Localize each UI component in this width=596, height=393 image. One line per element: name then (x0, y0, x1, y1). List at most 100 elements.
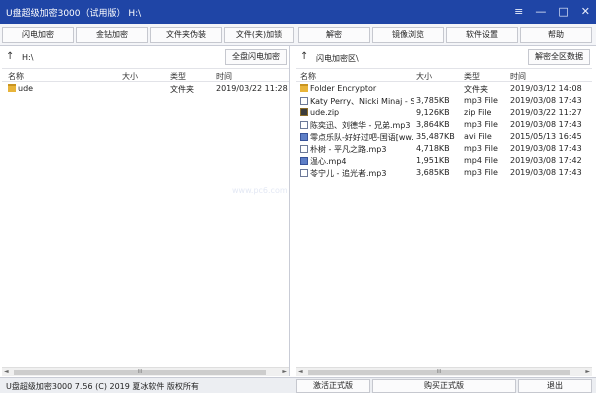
item-type: mp4 File (464, 156, 498, 165)
list-item[interactable]: Katy Perry、Nicki Minaj - S... 3,785KB mp… (296, 95, 592, 107)
column-time[interactable]: 时间 (216, 71, 232, 82)
buy-button[interactable]: 购买正式版 (372, 379, 516, 393)
scroll-left-icon[interactable]: ◄ (4, 368, 9, 375)
list-item[interactable]: ude 文件夹 2019/03/22 11:28 (2, 83, 289, 95)
help-button[interactable]: 帮助 (520, 27, 592, 43)
item-time: 2019/03/08 17:42 (510, 156, 582, 165)
scroll-grip: III (436, 369, 442, 375)
column-size[interactable]: 大小 (416, 71, 432, 82)
exit-button[interactable]: 退出 (518, 379, 592, 393)
item-name: ude.zip (310, 108, 340, 117)
scroll-thumb[interactable]: III (14, 369, 266, 375)
item-size: 35,487KB (416, 132, 455, 141)
audio-file-icon (300, 169, 308, 177)
toolbar: 闪电加密 金钻加密 文件夹伪装 文件(夹)加锁 解密 镜像浏览 软件设置 帮助 (0, 24, 596, 46)
menu-icon[interactable]: ≡ (514, 0, 523, 24)
folder-icon (300, 84, 308, 92)
decrypt-button[interactable]: 解密 (298, 27, 370, 43)
audio-file-icon (300, 97, 308, 105)
window-controls: ≡ — □ ✕ (514, 0, 590, 24)
watermark: www.pc6.com (232, 186, 288, 195)
column-name[interactable]: 名称 (8, 71, 24, 82)
item-name: Katy Perry、Nicki Minaj - S... (310, 97, 414, 106)
column-name[interactable]: 名称 (300, 71, 316, 82)
item-size: 3,685KB (416, 168, 450, 177)
item-time: 2019/03/08 17:43 (510, 144, 582, 153)
diamond-encrypt-button[interactable]: 金钻加密 (76, 27, 148, 43)
column-headers: 名称 大小 类型 时间 (2, 68, 289, 82)
item-size: 1,951KB (416, 156, 450, 165)
path-text: H:\ (22, 53, 34, 62)
list-item[interactable]: Folder Encryptor 文件夹 2019/03/12 14:08 (296, 83, 592, 95)
column-headers: 名称 大小 类型 时间 (296, 68, 592, 82)
file-lock-button[interactable]: 文件(夹)加锁 (224, 27, 294, 43)
video-file-icon (300, 157, 308, 165)
item-type: mp3 File (464, 144, 498, 153)
horizontal-scrollbar[interactable]: ◄ III ► (296, 367, 592, 376)
up-arrow-icon[interactable]: ↑ (6, 51, 14, 62)
list-item[interactable]: 朴树 - 平凡之路.mp3 4,718KB mp3 File 2019/03/0… (296, 143, 592, 155)
window-title: U盘超级加密3000（试用版） H:\ (6, 8, 142, 19)
column-size[interactable]: 大小 (122, 71, 138, 82)
path-text: 闪电加密区\ (316, 54, 359, 63)
item-name: 零点乐队-好好过吧-国语[ww... (310, 133, 414, 142)
audio-file-icon (300, 121, 308, 129)
item-time: 2019/03/08 17:43 (510, 96, 582, 105)
drive-pane: ↑ H:\ 全盘闪电加密 名称 大小 类型 时间 ude 文件夹 2019/03… (2, 46, 290, 376)
audio-file-icon (300, 145, 308, 153)
file-list: Folder Encryptor 文件夹 2019/03/12 14:08 Ka… (296, 83, 592, 179)
path-bar: ↑ H:\ 全盘闪电加密 (2, 49, 289, 67)
item-name: Folder Encryptor (310, 84, 377, 93)
copyright-text: U盘超级加密3000 7.56 (C) 2019 夏冰软件 版权所有 (6, 382, 199, 391)
list-item[interactable]: 温心.mp4 1,951KB mp4 File 2019/03/08 17:42 (296, 155, 592, 167)
column-time[interactable]: 时间 (510, 71, 526, 82)
maximize-icon[interactable]: □ (558, 0, 568, 24)
item-time: 2019/03/08 17:43 (510, 120, 582, 129)
full-disk-flash-encrypt-button[interactable]: 全盘闪电加密 (225, 49, 287, 65)
minimize-icon[interactable]: — (535, 0, 546, 24)
scroll-left-icon[interactable]: ◄ (298, 368, 303, 375)
scroll-right-icon[interactable]: ► (585, 368, 590, 375)
up-arrow-icon[interactable]: ↑ (300, 51, 308, 62)
item-type: mp3 File (464, 168, 498, 177)
item-size: 4,718KB (416, 144, 450, 153)
close-icon[interactable]: ✕ (581, 0, 590, 24)
item-time: 2019/03/22 11:28 (216, 84, 288, 93)
horizontal-scrollbar[interactable]: ◄ III ► (2, 367, 289, 376)
item-name: 苓宁儿 - 追光者.mp3 (310, 169, 387, 178)
column-type[interactable]: 类型 (170, 71, 186, 82)
scroll-right-icon[interactable]: ► (282, 368, 287, 375)
list-item[interactable]: 零点乐队-好好过吧-国语[ww... 35,487KB avi File 201… (296, 131, 592, 143)
item-time: 2015/05/13 16:45 (510, 132, 582, 141)
image-browse-button[interactable]: 镜像浏览 (372, 27, 444, 43)
decrypt-all-button[interactable]: 解密全区数据 (528, 49, 590, 65)
item-size: 3,785KB (416, 96, 450, 105)
status-bar: U盘超级加密3000 7.56 (C) 2019 夏冰软件 版权所有 激活正式版… (0, 377, 596, 393)
activate-button[interactable]: 激活正式版 (296, 379, 370, 393)
item-type: 文件夹 (464, 85, 488, 94)
item-type: mp3 File (464, 96, 498, 105)
scroll-thumb[interactable]: III (308, 369, 570, 375)
file-list: ude 文件夹 2019/03/22 11:28 (2, 83, 289, 95)
list-item[interactable]: 苓宁儿 - 追光者.mp3 3,685KB mp3 File 2019/03/0… (296, 167, 592, 179)
list-item[interactable]: 陈奕迅、刘德华 - 兄弟.mp3 3,864KB mp3 File 2019/0… (296, 119, 592, 131)
item-time: 2019/03/22 11:27 (510, 108, 582, 117)
path-bar: ↑ 闪电加密区\ 解密全区数据 (296, 49, 592, 67)
item-type: avi File (464, 132, 492, 141)
flash-encrypt-button[interactable]: 闪电加密 (2, 27, 74, 43)
item-type: mp3 File (464, 120, 498, 129)
item-type: 文件夹 (170, 85, 194, 94)
scroll-grip: III (137, 369, 143, 375)
item-size: 9,126KB (416, 108, 450, 117)
item-size: 3,864KB (416, 120, 450, 129)
folder-disguise-button[interactable]: 文件夹伪装 (150, 27, 222, 43)
item-time: 2019/03/12 14:08 (510, 84, 582, 93)
zip-file-icon (300, 108, 308, 116)
folder-icon (8, 84, 16, 92)
item-time: 2019/03/08 17:43 (510, 168, 582, 177)
list-item[interactable]: ude.zip 9,126KB zip File 2019/03/22 11:2… (296, 107, 592, 119)
column-type[interactable]: 类型 (464, 71, 480, 82)
settings-button[interactable]: 软件设置 (446, 27, 518, 43)
item-type: zip File (464, 108, 492, 117)
item-name: 朴树 - 平凡之路.mp3 (310, 145, 387, 154)
